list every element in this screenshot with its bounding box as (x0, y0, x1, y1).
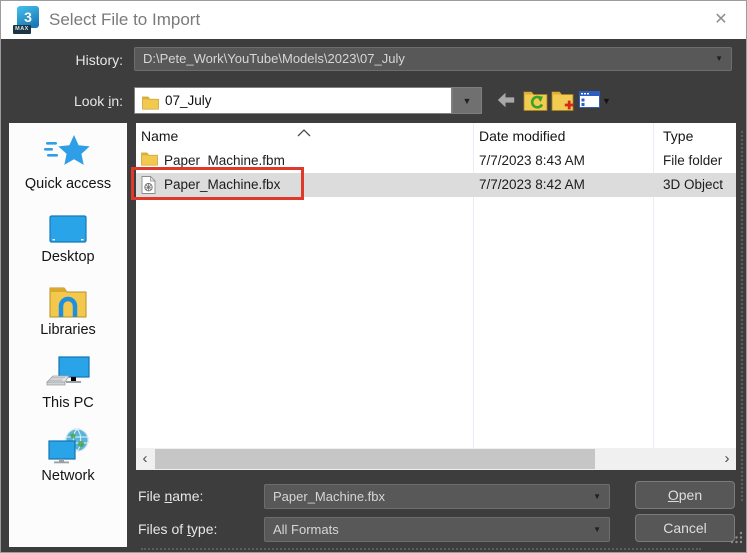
sidebar-item-network[interactable]: Network (9, 423, 127, 491)
scroll-left-icon[interactable]: ‹ (136, 448, 154, 470)
date-modified-cell: 7/7/2023 8:43 AM (479, 153, 585, 168)
look-in-combo[interactable]: 07_July (134, 87, 452, 114)
history-value: D:\Pete_Work\YouTube\Models\2023\07_July (143, 51, 405, 66)
file-row-paper-machine-fbx[interactable]: Paper_Machine.fbx 7/7/2023 8:42 AM 3D Ob… (136, 173, 736, 197)
look-in-value: 07_July (165, 93, 212, 108)
date-modified-cell: 7/7/2023 8:42 AM (479, 177, 585, 192)
network-icon (9, 423, 127, 465)
type-cell: 3D Object (663, 177, 724, 192)
sidebar-item-label: Desktop (41, 249, 95, 265)
file-name-label: File name: (138, 488, 204, 504)
view-menu-icon[interactable] (579, 91, 600, 113)
folder-icon (141, 152, 158, 171)
sidebar-item-libraries[interactable]: Libraries (9, 277, 127, 345)
3dsmax-logo-icon: 3 MAX (13, 5, 41, 35)
close-icon[interactable]: ✕ (706, 1, 736, 39)
create-new-folder-icon[interactable] (551, 87, 576, 117)
chevron-down-icon: ▼ (715, 54, 723, 63)
file-row-paper-machine-fbm[interactable]: Paper_Machine.fbm 7/7/2023 8:43 AM File … (136, 149, 736, 173)
folder-icon (142, 93, 159, 118)
column-header-name[interactable]: Name (141, 123, 178, 149)
files-of-type-dropdown[interactable]: All Formats ▼ (264, 517, 610, 542)
sidebar-item-label: Network (41, 468, 95, 484)
chevron-down-icon: ▼ (593, 492, 601, 501)
sidebar-item-label: Quick access (24, 176, 112, 192)
resize-grip-icon[interactable] (730, 531, 743, 549)
history-label: History: (75, 52, 123, 68)
back-arrow-icon[interactable] (497, 92, 515, 113)
right-resize-edge[interactable] (741, 131, 743, 501)
history-dropdown[interactable]: D:\Pete_Work\YouTube\Models\2023\07_July… (134, 47, 732, 71)
this-pc-icon (9, 350, 127, 392)
fbx-3d-object-icon (141, 175, 156, 199)
up-one-level-icon[interactable] (523, 87, 548, 117)
view-menu-caret-icon[interactable]: ▼ (602, 90, 611, 112)
file-name-dropdown[interactable]: Paper_Machine.fbx ▼ (264, 484, 610, 509)
quick-access-star-icon (9, 131, 127, 173)
libraries-icon (9, 277, 127, 319)
sidebar-item-desktop[interactable]: Desktop (9, 204, 127, 272)
look-in-dropdown-button[interactable]: ▼ (452, 87, 482, 114)
sidebar-item-this-pc[interactable]: This PC (9, 350, 127, 418)
cancel-button[interactable]: Cancel (635, 514, 735, 542)
files-of-type-label: Files of type: (138, 521, 218, 537)
file-name-cell: Paper_Machine.fbm (164, 153, 285, 168)
file-name-cell: Paper_Machine.fbx (164, 177, 281, 192)
scroll-right-icon[interactable]: › (718, 448, 736, 470)
horizontal-scrollbar[interactable]: ‹ › (136, 448, 736, 470)
sidebar-item-label: Libraries (40, 322, 96, 338)
column-header-type[interactable]: Type (663, 123, 693, 149)
file-name-value: Paper_Machine.fbx (273, 489, 386, 504)
bottom-resize-edge[interactable] (141, 548, 701, 550)
scrollbar-thumb[interactable] (155, 449, 595, 469)
titlebar: 3 MAX Select File to Import ✕ (1, 1, 746, 39)
chevron-down-icon: ▼ (593, 525, 601, 534)
files-of-type-value: All Formats (273, 522, 339, 537)
places-sidebar: Quick access Desktop Libraries This PC N… (9, 123, 127, 547)
open-button[interactable]: Open (635, 481, 735, 509)
desktop-icon (9, 204, 127, 246)
dialog-title: Select File to Import (49, 10, 201, 29)
logo-badge: MAX (13, 25, 31, 34)
look-in-label: Look in: (73, 93, 123, 109)
sort-ascending-icon (297, 124, 311, 142)
sidebar-item-label: This PC (42, 395, 94, 411)
sidebar-item-quick-access[interactable]: Quick access (9, 131, 127, 199)
select-file-to-import-dialog: 3 MAX Select File to Import ✕ History: D… (0, 0, 747, 553)
type-cell: File folder (663, 153, 723, 168)
column-header-date-modified[interactable]: Date modified (479, 123, 565, 149)
chevron-down-icon: ▼ (462, 95, 472, 106)
